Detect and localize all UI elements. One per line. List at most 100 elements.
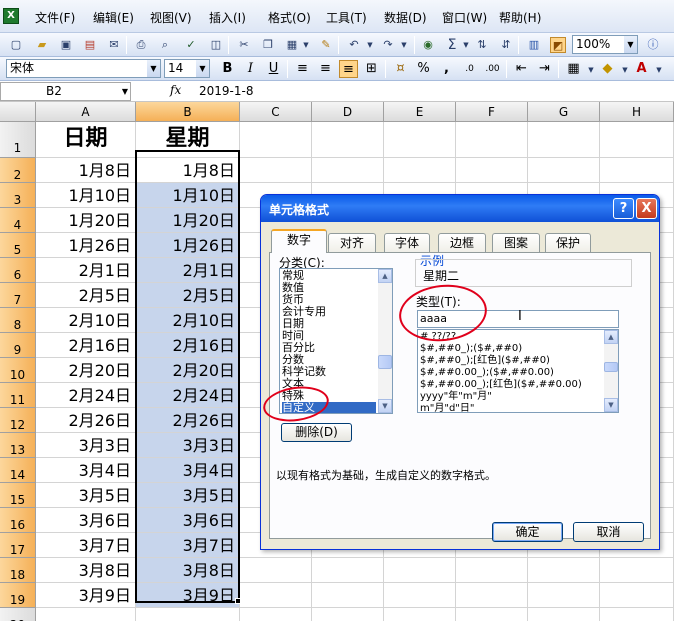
column-header-f[interactable]: F — [456, 102, 528, 122]
table-cell[interactable]: 2月16日 — [136, 333, 240, 358]
new-icon[interactable]: ▢ — [8, 37, 24, 53]
table-cell[interactable]: 1月20日 — [36, 208, 136, 233]
row-header[interactable]: 7 — [0, 283, 36, 308]
row-header[interactable]: 12 — [0, 408, 36, 433]
table-cell[interactable] — [240, 122, 312, 158]
table-cell[interactable]: 2月26日 — [136, 408, 240, 433]
row-header[interactable]: 20 — [0, 608, 36, 621]
chevron-down-icon[interactable]: ▼ — [147, 60, 160, 77]
type-list-item[interactable]: # ??/?? — [420, 331, 456, 343]
menu-format[interactable]: 格式(O) — [268, 9, 311, 26]
increase-decimal-icon[interactable]: .0 — [460, 60, 479, 78]
row-header[interactable]: 10 — [0, 358, 36, 383]
format-painter-icon[interactable]: ✎ — [318, 37, 334, 53]
chevron-down-icon[interactable]: ▼ — [122, 83, 128, 100]
name-box[interactable]: B2 ▼ — [0, 82, 131, 101]
paste-dropdown-icon[interactable]: ▼ — [298, 37, 314, 53]
table-cell[interactable]: 3月3日 — [136, 433, 240, 458]
menu-window[interactable]: 窗口(W) — [442, 9, 487, 26]
table-cell[interactable] — [384, 608, 456, 621]
permission-icon[interactable]: ▤ — [82, 37, 98, 53]
underline-button[interactable]: U — [264, 60, 283, 78]
table-cell[interactable] — [600, 583, 674, 608]
tab-patterns[interactable]: 图案 — [492, 233, 540, 252]
column-header-d[interactable]: D — [312, 102, 384, 122]
help-button[interactable]: ? — [613, 198, 634, 219]
table-cell[interactable]: 3月6日 — [136, 508, 240, 533]
table-cell[interactable]: 3月6日 — [36, 508, 136, 533]
menu-insert[interactable]: 插入(I) — [209, 9, 246, 26]
table-cell[interactable]: 2月10日 — [36, 308, 136, 333]
table-cell[interactable]: 2月16日 — [36, 333, 136, 358]
column-header-e[interactable]: E — [384, 102, 456, 122]
align-center-icon[interactable]: ≡ — [316, 60, 335, 78]
category-scrollbar[interactable]: ▲ ▼ — [378, 269, 392, 413]
menu-data[interactable]: 数据(D) — [384, 9, 427, 26]
row-header[interactable]: 3 — [0, 183, 36, 208]
align-left-icon[interactable]: ≡ — [293, 60, 312, 78]
merge-center-icon[interactable]: ⊞ — [362, 60, 381, 78]
email-icon[interactable]: ✉ — [106, 37, 122, 53]
font-color-icon[interactable]: A — [632, 60, 651, 78]
table-cell[interactable]: 3月7日 — [36, 533, 136, 558]
row-header[interactable]: 5 — [0, 233, 36, 258]
redo-dropdown-icon[interactable]: ▼ — [396, 37, 412, 53]
table-cell[interactable] — [384, 558, 456, 583]
table-cell[interactable] — [136, 608, 240, 621]
column-header-c[interactable]: C — [240, 102, 312, 122]
table-cell[interactable] — [384, 158, 456, 183]
increase-indent-icon[interactable]: ⇥ — [535, 60, 554, 78]
percent-button[interactable]: % — [414, 60, 433, 78]
formula-input[interactable]: 2019-1-8 — [199, 84, 253, 98]
row-header[interactable]: 14 — [0, 458, 36, 483]
table-cell[interactable] — [456, 583, 528, 608]
table-cell[interactable] — [600, 158, 674, 183]
table-cell[interactable]: 2月5日 — [36, 283, 136, 308]
save-icon[interactable]: ▣ — [58, 37, 74, 53]
table-cell[interactable] — [528, 583, 600, 608]
research-icon[interactable]: ◫ — [208, 37, 224, 53]
fill-color-dropdown-icon[interactable]: ▼ — [617, 62, 633, 78]
row-header[interactable]: 16 — [0, 508, 36, 533]
table-cell[interactable]: 2月5日 — [136, 283, 240, 308]
category-item[interactable]: 自定义 — [282, 402, 376, 413]
font-size-select[interactable]: 14 ▼ — [164, 59, 210, 78]
sort-descending-icon[interactable]: ⇵ — [498, 37, 514, 53]
comma-style-button[interactable]: , — [437, 60, 456, 78]
row-header[interactable]: 15 — [0, 483, 36, 508]
menu-file[interactable]: 文件(F) — [35, 9, 75, 26]
row-header[interactable]: 18 — [0, 558, 36, 583]
row-header[interactable]: 11 — [0, 383, 36, 408]
chevron-up-icon[interactable]: ▲ — [604, 330, 618, 344]
italic-button[interactable]: I — [241, 60, 260, 78]
table-cell[interactable]: 2月1日 — [136, 258, 240, 283]
undo-dropdown-icon[interactable]: ▼ — [362, 37, 378, 53]
table-cell[interactable]: 3月5日 — [36, 483, 136, 508]
spelling-icon[interactable]: ✓ — [183, 37, 199, 53]
table-cell[interactable] — [600, 608, 674, 621]
table-cell[interactable]: 1月8日 — [36, 158, 136, 183]
table-cell[interactable]: 3月3日 — [36, 433, 136, 458]
help-icon[interactable]: ⓘ — [645, 37, 661, 53]
autosum-dropdown-icon[interactable]: ▼ — [458, 37, 474, 53]
tab-border[interactable]: 边框 — [438, 233, 486, 252]
type-list-item[interactable]: $#,##0.00_);[红色]($#,##0.00) — [420, 379, 582, 391]
copy-icon[interactable]: ❐ — [260, 37, 276, 53]
table-cell[interactable] — [600, 558, 674, 583]
table-cell[interactable] — [240, 608, 312, 621]
row-header[interactable]: 17 — [0, 533, 36, 558]
drawing-icon[interactable]: ◩ — [550, 37, 566, 53]
chevron-down-icon[interactable]: ▼ — [196, 60, 209, 77]
column-header-a[interactable]: A — [36, 102, 136, 122]
type-list-item[interactable]: $#,##0.00_);($#,##0.00) — [420, 367, 554, 379]
scrollbar-thumb[interactable] — [378, 355, 392, 369]
zoom-select[interactable]: 100% ▼ — [572, 35, 638, 54]
table-cell[interactable]: 1月26日 — [136, 233, 240, 258]
table-cell[interactable]: 1月8日 — [136, 158, 240, 183]
table-cell[interactable] — [528, 158, 600, 183]
fill-color-icon[interactable]: ◆ — [598, 60, 617, 78]
table-cell[interactable] — [312, 158, 384, 183]
table-cell[interactable]: 星期 — [136, 122, 240, 158]
table-cell[interactable] — [528, 608, 600, 621]
type-list-item[interactable]: m"月"d"日" — [420, 403, 475, 412]
